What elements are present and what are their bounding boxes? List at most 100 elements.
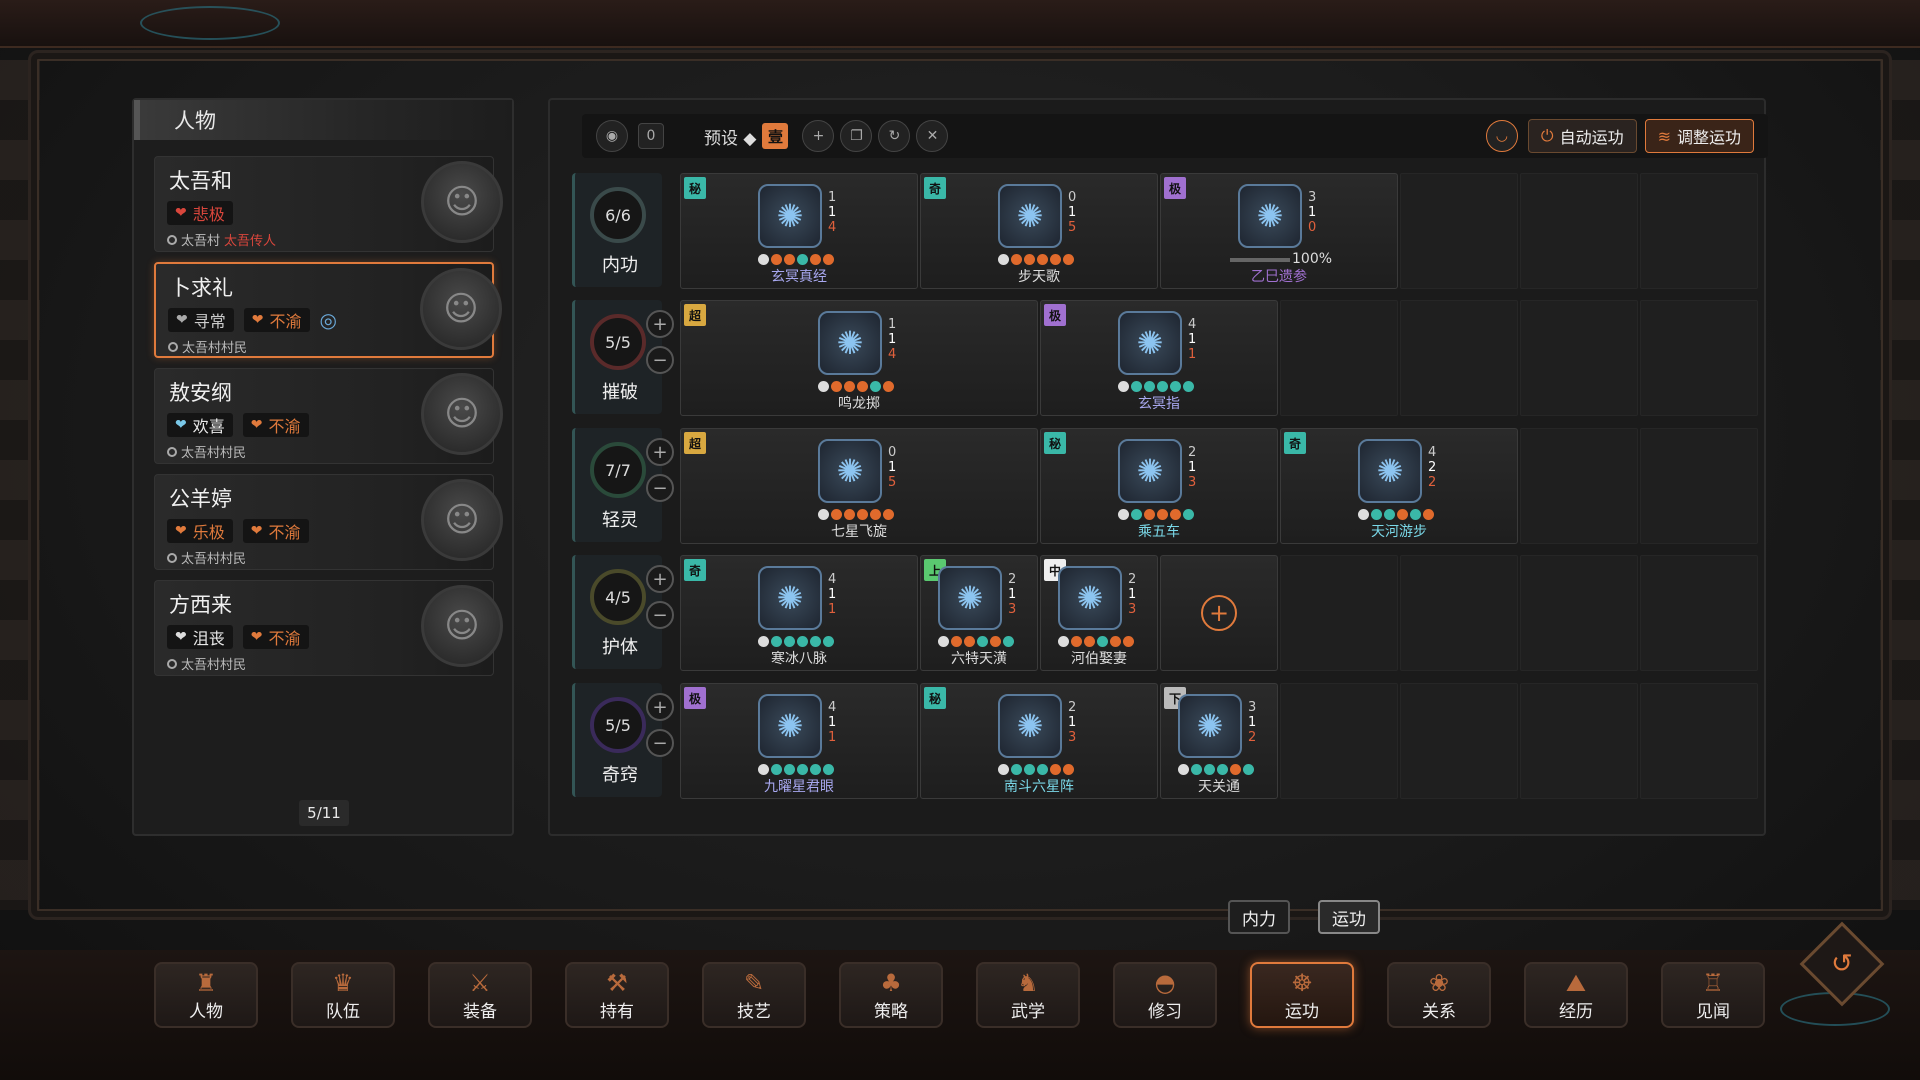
skill-stat: 3 [1008, 602, 1017, 617]
character-panel-title: 人物 [134, 100, 512, 140]
nav-person[interactable]: ♜ 人物 [154, 962, 258, 1028]
skill-slot[interactable]: 奇 ✺ 4 1 1 寒冰八脉 [680, 555, 918, 671]
auto-qi-button[interactable]: ⏻ 自动运功 [1527, 119, 1637, 153]
character-card[interactable]: 卜求礼 ❤ 寻常 ❤ 不渝 ◎ 太吾村村民 ☺ [154, 262, 502, 358]
qi-dot [771, 254, 782, 265]
skill-slot[interactable]: 秘 ✺ 2 1 3 乘五车 [1040, 428, 1278, 544]
skill-slot[interactable]: 奇 ✺ 0 1 5 步天歌 [920, 173, 1158, 289]
qi-dot [844, 509, 855, 520]
skill-slot[interactable]: 秘 ✺ 1 1 4 玄冥真经 [680, 173, 918, 289]
avatar[interactable]: ☺ [420, 268, 502, 350]
nav-inventory[interactable]: ⚒ 持有 [565, 962, 669, 1028]
skill-slot[interactable]: 超 ✺ 1 1 4 鸣龙掷 [680, 300, 1038, 416]
progress-bar [1230, 258, 1290, 262]
skill-stats: 015 [1068, 190, 1076, 235]
skill-slot[interactable]: 奇 ✺ 4 2 2 天河游步 [1280, 428, 1518, 544]
skill-slot[interactable]: 极 ✺ 4 1 1 九曜星君眼 [680, 683, 918, 799]
character-card[interactable]: 方西来 ❤ 沮丧 ❤ 不渝 太吾村村民 ☺ [154, 580, 503, 676]
avatar[interactable]: ☺ [421, 161, 503, 243]
empty-add-slot[interactable]: + [1160, 555, 1278, 671]
avatar[interactable]: ☺ [421, 585, 503, 667]
skill-figure-icon: ✺ [758, 184, 822, 248]
character-card[interactable]: 公羊婷 ❤ 乐极 ❤ 不渝 太吾村村民 ☺ [154, 474, 503, 570]
qi-dot [844, 381, 855, 392]
skill-slot[interactable]: 秘 ✺ 2 1 3 南斗六星阵 [920, 683, 1158, 799]
qi-dot [998, 764, 1009, 775]
skill-slot[interactable]: 上 ✺ 2 1 3 六特天潢 [920, 555, 1038, 671]
nav-martial[interactable]: ♞ 武学 [976, 962, 1080, 1028]
skill-figure-icon: ✺ [818, 439, 882, 503]
skill-figure-icon: ✺ [1238, 184, 1302, 248]
origin-village: 太吾村村民 [181, 658, 247, 673]
skill-stat: 3 [1248, 700, 1257, 715]
minus-button[interactable]: − [646, 601, 674, 629]
skill-slot[interactable]: 极 ✺ 4 1 1 玄冥指 [1040, 300, 1278, 416]
mood-label: 沮丧 [192, 629, 225, 648]
skill-stat: 1 [1308, 205, 1317, 220]
mood-badge: ❤ 寻常 [168, 308, 234, 332]
nav-strategy[interactable]: ♣ 策略 [839, 962, 943, 1028]
qi-dot [758, 254, 769, 265]
qi-dot [797, 254, 808, 265]
nav-craft[interactable]: ✎ 技艺 [702, 962, 806, 1028]
skill-stat: 2 [1428, 460, 1437, 475]
minus-button[interactable]: − [646, 474, 674, 502]
origin-icon [167, 552, 177, 563]
avatar[interactable]: ☺ [421, 479, 503, 561]
minus-button[interactable]: − [646, 346, 674, 374]
plus-button[interactable]: + [646, 310, 674, 338]
tier-badge: 超 [684, 432, 706, 454]
qi-dot [1217, 764, 1228, 775]
refresh-preset-icon[interactable]: ↻ [878, 120, 911, 152]
skill-stat: 1 [828, 715, 837, 730]
character-card[interactable]: 太吾和 ❤ 悲极 太吾村 太吾传人 ☺ [154, 156, 503, 252]
plus-button[interactable]: + [646, 438, 674, 466]
skill-name: 天关通 [1198, 779, 1240, 795]
minus-button[interactable]: − [646, 729, 674, 757]
copy-preset-icon[interactable]: ❐ [840, 120, 873, 152]
tier-badge: 奇 [684, 559, 706, 581]
auto-qi-label: 自动运功 [1559, 128, 1624, 147]
lips-icon[interactable]: ◡ [1485, 120, 1518, 152]
nav-qi[interactable]: ☸ 运功 [1250, 962, 1354, 1028]
plus-button[interactable]: + [646, 693, 674, 721]
add-skill-icon[interactable]: + [1201, 595, 1237, 631]
tab-qi-circulation[interactable]: 运功 [1318, 900, 1380, 934]
delete-preset-icon[interactable]: ✕ [916, 120, 949, 152]
skill-slot[interactable]: 超 ✺ 0 1 5 七星飞旋 [680, 428, 1038, 544]
skill-stat: 1 [828, 602, 837, 617]
preset-selector[interactable]: 壹 [762, 123, 789, 149]
skill-dots [1178, 764, 1254, 775]
nav-practice[interactable]: ◓ 修习 [1113, 962, 1217, 1028]
add-preset-icon[interactable]: + [802, 120, 835, 152]
qi-dot [883, 509, 894, 520]
qi-dot [818, 509, 829, 520]
nav-history[interactable]: ⛰ 经历 [1524, 962, 1628, 1028]
nav-relation[interactable]: ❀ 关系 [1387, 962, 1491, 1028]
plus-button[interactable]: + [646, 565, 674, 593]
adjust-qi-button[interactable]: ≋ 调整运功 [1644, 119, 1754, 153]
skill-slot[interactable]: 中 ✺ 2 1 3 河伯娶妻 [1040, 555, 1158, 671]
empty-slot [1520, 428, 1638, 544]
skill-figure-icon: ✺ [1358, 439, 1422, 503]
skill-slot[interactable]: 下 ✺ 3 1 2 天关通 [1160, 683, 1278, 799]
empty-slot [1280, 683, 1398, 799]
slot-count-ring: 6/6 [590, 187, 646, 243]
origin-village: 太吾村村民 [181, 552, 247, 567]
empty-slot [1520, 683, 1638, 799]
skill-stats: 411 [1188, 317, 1196, 362]
qi-dot [1123, 636, 1134, 647]
qi-dot [1050, 254, 1061, 265]
empty-slot [1520, 173, 1638, 289]
character-card[interactable]: 敖安纲 ❤ 欢喜 ❤ 不渝 太吾村村民 ☺ [154, 368, 503, 464]
empty-slot [1280, 555, 1398, 671]
nav-team[interactable]: ♛ 队伍 [291, 962, 395, 1028]
skill-stats: 422 [1428, 445, 1436, 490]
skill-slot[interactable]: 极 ✺ 3 1 0 100% 乙巳遗参 [1160, 173, 1398, 289]
nav-equipment[interactable]: ⚔ 装备 [428, 962, 532, 1028]
skill-stat: 0 [888, 445, 897, 460]
avatar[interactable]: ☺ [421, 373, 503, 455]
nav-knowledge[interactable]: ♖ 见闻 [1661, 962, 1765, 1028]
skill-figure-icon: ✺ [1178, 694, 1242, 758]
tab-internal-force[interactable]: 内力 [1228, 900, 1290, 934]
